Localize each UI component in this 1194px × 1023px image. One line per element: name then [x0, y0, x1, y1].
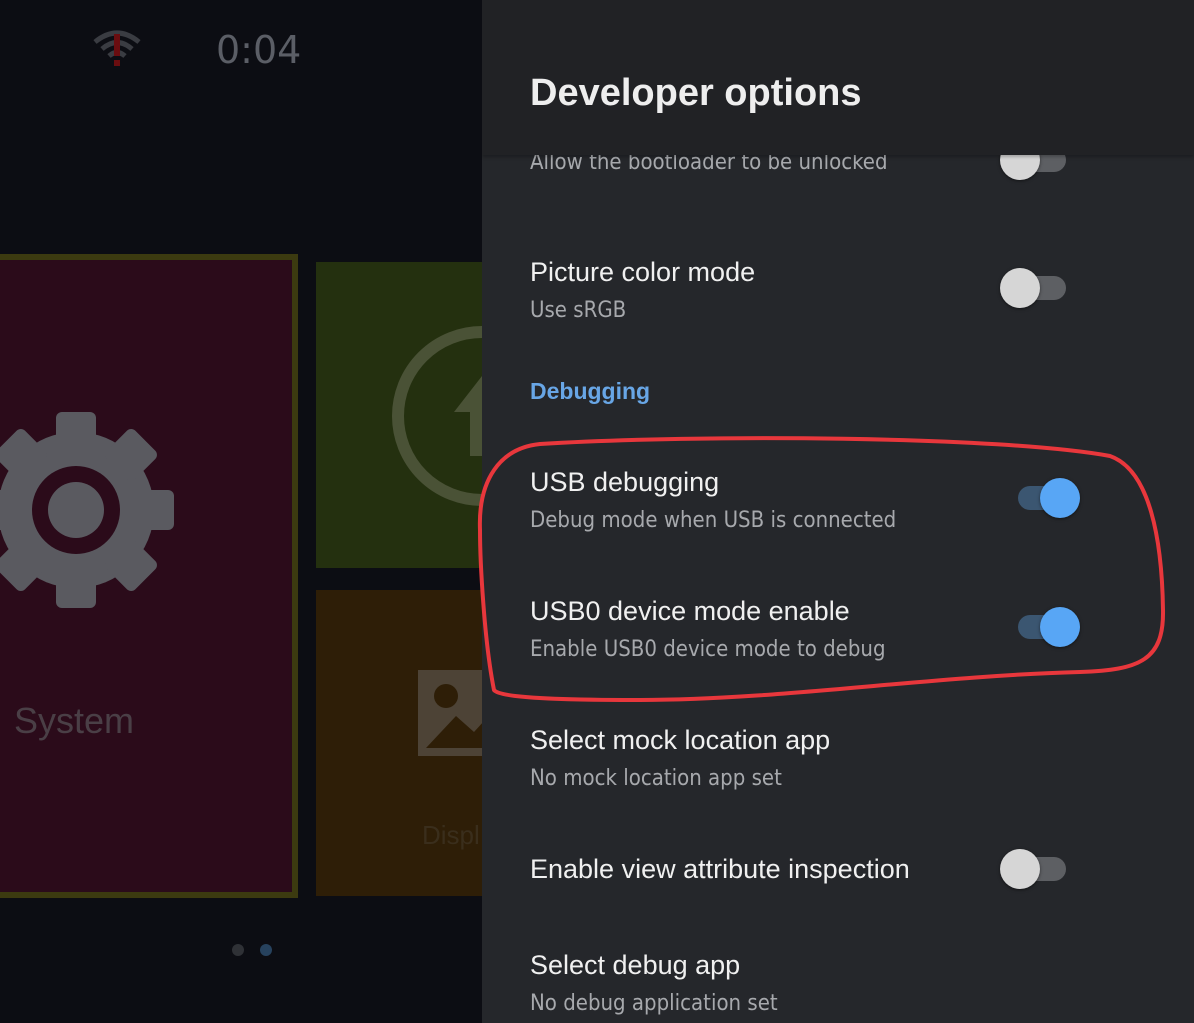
section-header-debugging: Debugging: [530, 378, 651, 404]
developer-options-panel: Developer options Allow the bootloader t…: [482, 0, 1194, 1023]
image-icon: [418, 670, 482, 756]
view-attribute-inspection-toggle[interactable]: [1000, 847, 1070, 889]
setting-subtitle: Use sRGB: [530, 298, 627, 323]
setting-view-attribute-inspection[interactable]: Enable view attribute inspection: [530, 853, 1170, 885]
tile-system-label: System: [14, 700, 135, 741]
gear-icon: [0, 412, 174, 608]
setting-mock-location-app[interactable]: Select mock location app No mock locatio…: [530, 724, 1170, 792]
toggle-thumb: [1000, 268, 1040, 308]
setting-subtitle: No debug application set: [530, 991, 778, 1016]
status-time: 0:04: [216, 28, 302, 72]
setting-picture-color-mode[interactable]: Picture color mode Use sRGB: [530, 256, 1170, 324]
toggle-thumb: [1000, 849, 1040, 889]
update-icon: [392, 326, 482, 506]
panel-header: Developer options: [482, 0, 1194, 155]
tile-update[interactable]: [316, 262, 482, 568]
page-dot: [232, 944, 244, 956]
toggle-thumb: [1040, 607, 1080, 647]
wifi-alert-icon: [93, 30, 141, 66]
setting-subtitle: No mock location app set: [530, 766, 782, 791]
setting-select-debug-app[interactable]: Select debug app No debug application se…: [530, 949, 1170, 1017]
setting-title: Select debug app: [530, 950, 741, 980]
setting-title: Picture color mode: [530, 257, 756, 287]
page-indicator: [232, 944, 272, 956]
usb0-device-mode-toggle[interactable]: [1000, 605, 1080, 647]
usb-debugging-toggle[interactable]: [1000, 476, 1080, 518]
page-title: Developer options: [530, 72, 862, 114]
setting-title: Enable view attribute inspection: [530, 854, 910, 884]
tile-system[interactable]: [0, 254, 298, 898]
toggle-thumb: [1040, 478, 1080, 518]
page-dot-active: [260, 944, 272, 956]
launcher-background: 0:04 System Displ: [0, 0, 482, 1023]
setting-title: Select mock location app: [530, 725, 831, 755]
picture-color-mode-toggle[interactable]: [1000, 266, 1070, 308]
tile-display-label: Displ: [422, 820, 480, 850]
